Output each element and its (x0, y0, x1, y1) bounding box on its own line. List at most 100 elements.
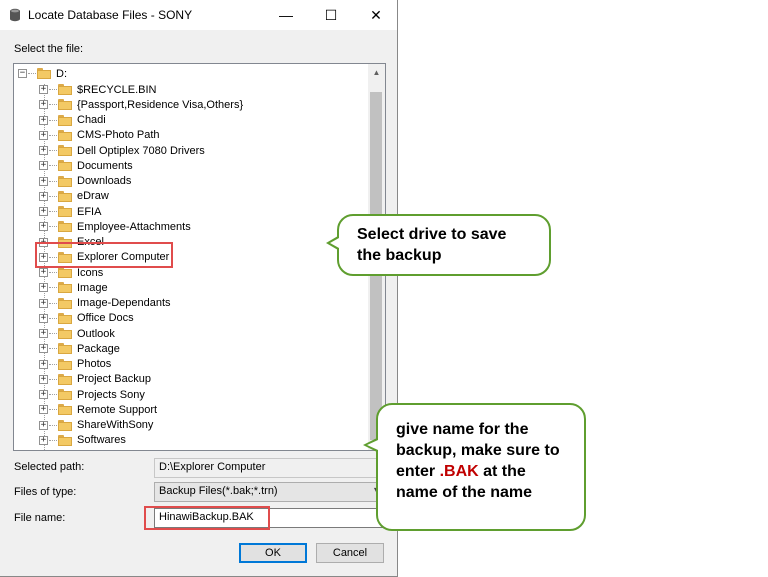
tree-item[interactable]: + Office Docs (39, 311, 134, 326)
expand-icon[interactable]: + (39, 222, 48, 232)
expand-icon[interactable]: + (39, 207, 48, 216)
tree-item-label: eDraw (77, 190, 109, 203)
tree-item-label: CMS-Photo Path (77, 129, 160, 142)
tree-item[interactable]: + ShareWithSony (39, 418, 153, 433)
select-file-label: Select the file: (14, 43, 84, 55)
files-of-type-label: Files of type: (14, 486, 77, 498)
expand-icon[interactable]: + (39, 374, 48, 384)
expand-icon[interactable]: + (39, 130, 48, 140)
tree-item[interactable]: + Remote Support (39, 402, 157, 417)
folder-icon (58, 160, 72, 172)
folder-icon (37, 68, 51, 79)
tree-item[interactable]: +SQL Data (39, 448, 125, 451)
callout-select-drive-text: Select drive to save the backup (357, 226, 507, 264)
tree-item-label: Photos (77, 358, 112, 370)
tree-item-label: Project Backup (77, 373, 151, 386)
expand-icon[interactable]: + (39, 390, 48, 399)
expand-icon[interactable]: + (39, 420, 48, 430)
expand-icon[interactable]: + (39, 329, 48, 338)
minimize-button[interactable]: — (264, 0, 308, 30)
tree-item[interactable]: + Image-Dependants (39, 296, 171, 311)
tree-item[interactable]: + Image (39, 280, 108, 295)
expand-icon[interactable]: + (39, 298, 48, 308)
folder-icon (58, 404, 72, 416)
tree-item[interactable]: + Outlook (39, 326, 115, 341)
expand-icon[interactable]: + (39, 161, 48, 171)
folder-icon (58, 206, 72, 217)
title-bar: Locate Database Files - SONY — ☐ ✕ (0, 0, 397, 30)
folder-icon (58, 190, 72, 202)
tree-item[interactable]: + EFIA (39, 204, 101, 219)
tree-item[interactable]: + Documents (39, 158, 133, 173)
tree-item-label: Dell Optiplex 7080 Drivers (77, 144, 205, 157)
tree-item[interactable]: + Projects Sony (39, 387, 145, 402)
database-icon (10, 8, 20, 22)
tree-item-label: Icons (77, 266, 104, 279)
expand-icon[interactable]: + (39, 85, 48, 94)
folder-icon (58, 450, 72, 451)
tree-item-label: Downloads (77, 175, 132, 187)
tree-root-drive[interactable]: − D: (18, 66, 67, 81)
expand-icon[interactable]: + (39, 100, 48, 110)
ok-button[interactable]: OK (239, 543, 307, 563)
expand-icon[interactable]: + (39, 176, 48, 186)
tree-item[interactable]: + Softwares (39, 433, 126, 448)
tree-item-label: {Passport,Residence Visa,Others} (77, 98, 244, 111)
folder-icon (58, 389, 72, 400)
folder-icon (58, 84, 72, 95)
folder-icon (58, 282, 72, 294)
tree-item-label: Softwares (77, 434, 126, 447)
expand-icon[interactable]: + (39, 146, 48, 155)
tree-item[interactable]: + Dell Optiplex 7080 Drivers (39, 143, 205, 158)
folder-icon (58, 297, 72, 309)
tree-item[interactable]: + eDraw (39, 189, 109, 204)
folder-icon (58, 267, 72, 278)
tree-item[interactable]: + Downloads (39, 174, 131, 189)
folder-icon (58, 114, 72, 126)
expand-icon[interactable]: + (39, 405, 48, 415)
folder-icon (58, 419, 72, 431)
file-name-label: File name: (14, 512, 66, 524)
selected-path-label: Selected path: (14, 461, 85, 473)
expand-icon[interactable]: + (39, 268, 48, 277)
tree-item[interactable]: + Employee-Attachments (39, 219, 191, 234)
tree-item[interactable]: + $RECYCLE.BIN (39, 82, 156, 97)
tree-item[interactable]: + Chadi (39, 113, 106, 128)
expand-icon[interactable]: + (39, 313, 48, 323)
highlight-explorer-computer (35, 242, 173, 268)
maximize-button[interactable]: ☐ (309, 0, 353, 30)
expand-icon[interactable]: + (39, 344, 48, 354)
tree-item-label: $RECYCLE.BIN (77, 83, 157, 96)
expand-icon[interactable]: + (39, 115, 48, 125)
folder-icon (58, 221, 72, 233)
tree-item[interactable]: + CMS-Photo Path (39, 128, 160, 143)
tree-item-label: Office Docs (77, 312, 134, 325)
tree-item-label: Employee-Attachments (77, 220, 191, 233)
expand-icon[interactable]: + (39, 191, 48, 201)
tree-item-label: Projects Sony (77, 388, 145, 401)
callout-select-drive: Select drive to save the backup (337, 214, 551, 276)
folder-icon (58, 434, 72, 446)
cancel-button[interactable]: Cancel (316, 543, 384, 563)
tree-item[interactable]: + Project Backup (39, 372, 151, 387)
tree-item-label: Image (77, 281, 108, 294)
folder-icon (58, 373, 72, 385)
locate-database-files-dialog: Locate Database Files - SONY — ☐ ✕ Selec… (0, 0, 398, 577)
tree-item-label: Remote Support (77, 403, 158, 416)
expand-icon[interactable]: + (39, 435, 48, 445)
callout-file-name: give name for the backup, make sure to e… (376, 403, 586, 531)
callout-bak-extension: .BAK (439, 463, 479, 480)
tree-item[interactable]: + Photos (39, 357, 111, 372)
expand-icon[interactable]: + (39, 283, 48, 293)
files-of-type-select[interactable]: Backup Files(*.bak;*.trn) ▼ (154, 482, 386, 502)
tree-item[interactable]: + {Passport,Residence Visa,Others} (39, 97, 243, 112)
scroll-up-icon[interactable]: ▲ (368, 64, 385, 81)
collapse-icon[interactable]: − (18, 69, 27, 78)
expand-icon[interactable]: + (39, 359, 48, 369)
window-title: Locate Database Files - SONY (28, 8, 193, 22)
tree-item[interactable]: + Package (39, 341, 120, 356)
tree-root-label: D: (56, 67, 67, 80)
close-button[interactable]: ✕ (354, 0, 398, 30)
folder-icon (58, 312, 72, 324)
folder-icon (58, 99, 72, 111)
